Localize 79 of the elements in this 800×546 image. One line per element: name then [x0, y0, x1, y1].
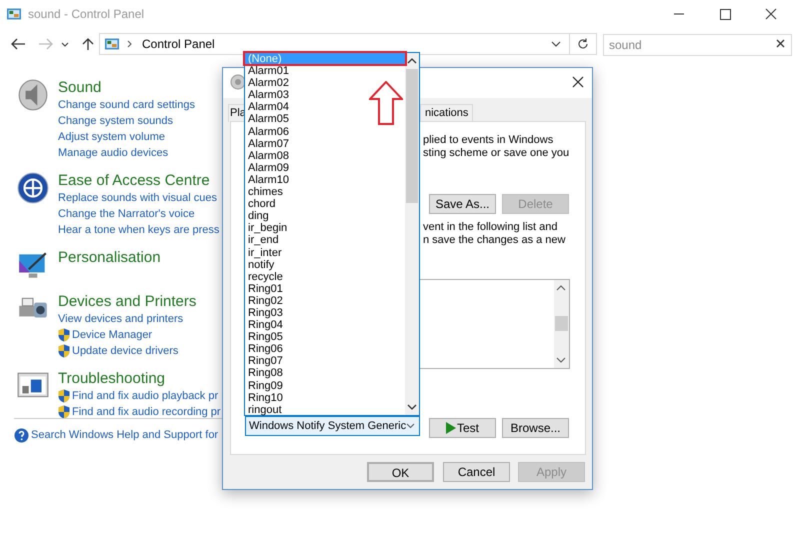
test-button[interactable]: Test [429, 418, 496, 438]
up-arrow-icon[interactable] [82, 37, 94, 51]
access-icon [16, 171, 50, 205]
list-option[interactable]: Ring04 [245, 319, 406, 332]
list-option[interactable]: Ring08 [245, 367, 406, 380]
list-option[interactable]: Alarm07 [245, 138, 406, 150]
list-option[interactable]: ir_inter [245, 246, 406, 259]
section-heading[interactable]: Devices and Printers [58, 292, 196, 311]
scroll-up-icon[interactable] [556, 284, 566, 292]
list-option[interactable]: Alarm08 [245, 150, 406, 162]
dropdown-caret-icon[interactable] [551, 39, 561, 49]
link[interactable]: Update device drivers [72, 343, 178, 359]
breadcrumb-text: Control Panel [142, 36, 215, 53]
list-option[interactable]: Ring06 [245, 343, 406, 356]
link[interactable]: Change the Narrator's voice [58, 206, 195, 222]
sound-combo-box[interactable]: Windows Notify System Generic [245, 416, 420, 436]
scrollbar-thumb[interactable] [406, 69, 418, 203]
list-option[interactable]: Ring07 [245, 355, 406, 368]
list-option[interactable]: Alarm06 [245, 126, 406, 138]
link[interactable]: Adjust system volume [58, 129, 165, 145]
list-option[interactable]: Ring03 [245, 306, 406, 320]
list-option[interactable]: recycle [245, 270, 406, 283]
list-option[interactable]: Alarm09 [245, 162, 406, 174]
cancel-button[interactable]: Cancel [443, 462, 510, 482]
scroll-up-icon[interactable] [407, 57, 417, 65]
browse-button[interactable]: Browse... [502, 418, 569, 438]
scroll-down-icon[interactable] [407, 403, 417, 411]
link[interactable]: Manage audio devices [58, 145, 168, 161]
tab[interactable]: nications [420, 104, 474, 122]
ok-button[interactable]: OK [367, 462, 434, 482]
list-option[interactable]: Alarm03 [245, 89, 406, 102]
list-option[interactable]: chimes [245, 186, 406, 198]
list-option[interactable]: Alarm10 [245, 174, 406, 186]
list-option[interactable]: Ring01 [245, 282, 406, 295]
close-icon[interactable] [572, 76, 584, 88]
instruction-text: vent in the following list and n save the changes as a new [423, 221, 566, 247]
combo-value: Windows Notify System Generic [249, 418, 406, 434]
description-text: plied to events in Windows sting scheme or save one you [423, 134, 570, 160]
list-option[interactable]: notify [245, 258, 406, 271]
list-option[interactable]: Ring09 [245, 380, 406, 392]
sound-icon [16, 78, 50, 112]
list-option[interactable]: Ring10 [245, 392, 406, 404]
list-option[interactable]: Ring02 [245, 294, 406, 307]
list-option[interactable]: Alarm02 [245, 77, 406, 90]
clear-icon[interactable] [776, 39, 785, 48]
help-icon [14, 428, 29, 443]
list-option[interactable]: ding [245, 210, 406, 222]
section-heading[interactable]: Ease of Access Centre [58, 171, 220, 190]
link[interactable]: Change sound card settings [58, 97, 195, 113]
caret-icon [406, 423, 416, 429]
list-option[interactable]: Ring05 [245, 331, 406, 344]
back-arrow-icon[interactable] [10, 37, 26, 51]
section-heading[interactable]: Troubleshooting [58, 369, 221, 388]
scroll-down-icon[interactable] [556, 356, 566, 364]
section-heading[interactable]: Personalisation [58, 248, 161, 267]
play-icon [446, 422, 456, 434]
window-title: sound - Control Panel [28, 6, 144, 23]
scrollbar-thumb[interactable] [555, 316, 568, 331]
link[interactable]: Find and fix audio recording pr [72, 404, 221, 420]
list-option[interactable]: ringout [245, 404, 406, 416]
section-heading[interactable]: Sound [58, 78, 195, 97]
list-option[interactable]: chord [245, 198, 406, 210]
refresh-icon[interactable] [577, 38, 589, 50]
link[interactable]: Replace sounds with visual cues [58, 190, 217, 206]
list-option[interactable]: ir_begin [245, 222, 406, 234]
list-option[interactable]: Alarm01 [245, 65, 406, 78]
control-panel-icon [6, 7, 22, 21]
save-as-button[interactable]: Save As... [429, 194, 496, 214]
list-option[interactable]: ir_end [245, 234, 406, 246]
link[interactable]: Device Manager [72, 327, 152, 343]
annotation-arrow-icon [369, 81, 403, 125]
link[interactable]: Change system sounds [58, 113, 173, 129]
help-link[interactable]: Search Windows Help and Support for [31, 427, 218, 444]
link[interactable]: Find and fix audio playback pr [72, 388, 218, 404]
chevron-icon [126, 40, 134, 48]
link[interactable]: Hear a tone when keys are press [58, 222, 220, 238]
link[interactable]: View devices and printers [58, 311, 184, 327]
search-field[interactable]: sound [603, 34, 792, 56]
control-panel-icon [104, 37, 120, 51]
